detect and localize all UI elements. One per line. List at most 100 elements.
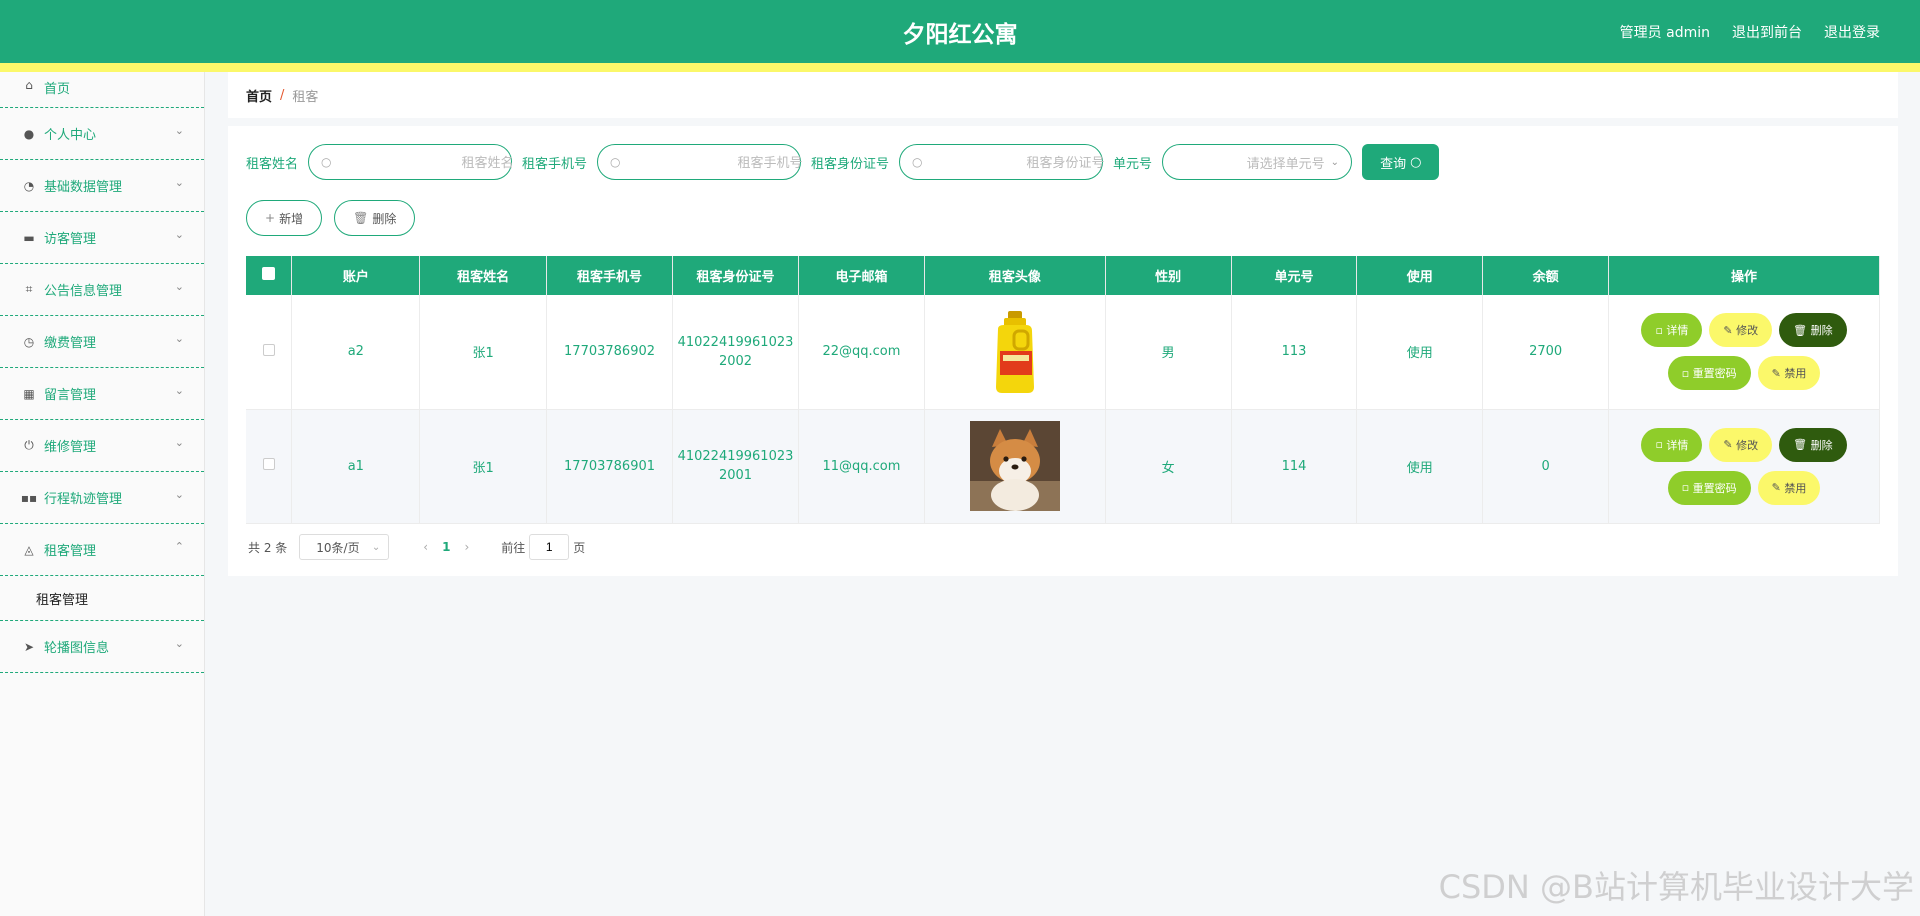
- cell-name: 张1: [419, 295, 548, 410]
- avatar-oil-bottle-image[interactable]: [970, 307, 1060, 397]
- avatar-dog-image[interactable]: [969, 421, 1060, 511]
- cell-avatar: [924, 409, 1106, 524]
- cell-actions: ▫ 详情 ✎ 修改 🗑 删除 ▫ 重置密码 ✎ 禁用: [1608, 409, 1880, 524]
- unit-select-placeholder: 请选择单元号: [1246, 156, 1325, 172]
- disable-button[interactable]: ✎ 禁用: [1757, 470, 1821, 505]
- chevron-down-icon: ⌄: [174, 637, 184, 650]
- page-size-select[interactable]: 10条/页 ⌄: [299, 534, 390, 560]
- col-name: 租客姓名: [419, 256, 548, 295]
- phone-search-field[interactable]: ○: [597, 144, 803, 180]
- front-link[interactable]: 退出到前台: [1732, 22, 1802, 42]
- chevron-down-icon: ⌄: [174, 384, 184, 397]
- id-search-field[interactable]: ○: [899, 144, 1105, 180]
- logout-link[interactable]: 退出登录: [1824, 22, 1880, 42]
- sidebar-item-visitors[interactable]: ▬ 访客管理 ⌄: [0, 212, 204, 264]
- reset-label: 重置密码: [1692, 481, 1737, 495]
- sidebar-item-messages[interactable]: ▦ 留言管理 ⌄: [0, 368, 204, 420]
- detail-button[interactable]: ▫ 详情: [1641, 427, 1703, 462]
- batch-delete-button[interactable]: 🗑 删除: [334, 200, 416, 236]
- cell-avatar: [924, 295, 1106, 410]
- sidebar-item-payments[interactable]: ◷ 缴费管理 ⌄: [0, 316, 204, 368]
- col-balance: 余额: [1482, 256, 1610, 295]
- sidebar-item-repairs[interactable]: ⏻ 维修管理 ⌄: [0, 420, 204, 472]
- sidebar-item-carousel[interactable]: ➤ 轮播图信息 ⌄: [0, 621, 204, 673]
- search-icon: ○: [1410, 154, 1422, 170]
- row-checkbox[interactable]: [262, 343, 275, 356]
- delete-label: 删除: [1810, 324, 1833, 338]
- disable-label: 禁用: [1784, 481, 1807, 495]
- watermark: CSDN @B站计算机毕业设计大学: [1438, 868, 1914, 906]
- sidebar-subitem-tenant-management[interactable]: 租客管理: [0, 576, 204, 621]
- document-icon: ▫: [1681, 481, 1693, 494]
- sidebar-item-label: 基础数据管理: [44, 180, 123, 195]
- trash-icon: 🗑: [1793, 323, 1811, 337]
- unit-select[interactable]: 请选择单元号 ⌄: [1162, 144, 1353, 180]
- cell-status: 使用: [1356, 295, 1484, 410]
- cell-email: 22@qq.com: [798, 295, 925, 410]
- cell-gender: 男: [1105, 295, 1232, 410]
- chevron-down-icon: ⌄: [174, 332, 184, 345]
- row-checkbox[interactable]: [262, 458, 275, 470]
- name-search-field[interactable]: ○: [308, 144, 514, 180]
- cell-gender: 女: [1105, 409, 1232, 524]
- breadcrumb-home[interactable]: 首页: [246, 86, 272, 105]
- reset-password-button[interactable]: ▫ 重置密码: [1667, 470, 1751, 505]
- pagination: 共 2 条 10条/页 ⌄ ‹ 1 › 前往 页: [248, 534, 585, 560]
- cell-id-number: 41022419961023 2001: [672, 409, 799, 524]
- unit-label: 单元号: [1113, 156, 1153, 172]
- goto-label: 前往: [501, 540, 526, 555]
- phone-search-input[interactable]: [626, 154, 803, 170]
- delete-button[interactable]: 🗑 删除: [1779, 427, 1847, 462]
- detail-label: 详情: [1666, 438, 1689, 452]
- sidebar-item-basic-data[interactable]: ◔ 基础数据管理 ⌄: [0, 160, 204, 212]
- delete-label: 删除: [1810, 438, 1833, 452]
- next-page-icon[interactable]: ›: [464, 540, 469, 554]
- search-icon: ○: [912, 155, 923, 169]
- cell-account: a2: [291, 295, 421, 410]
- sidebar-item-trips[interactable]: ▪▪ 行程轨迹管理 ⌄: [0, 472, 204, 524]
- sidebar-item-label: 租客管理: [44, 544, 97, 559]
- page-number[interactable]: 1: [442, 540, 450, 554]
- prev-page-icon[interactable]: ‹: [423, 540, 428, 554]
- id-line-2: 2001: [718, 468, 753, 483]
- edit-button[interactable]: ✎ 修改: [1709, 313, 1773, 348]
- page-suffix: 页: [573, 540, 586, 555]
- sidebar-item-notices[interactable]: ⌗ 公告信息管理 ⌄: [0, 264, 204, 316]
- edit-button[interactable]: ✎ 修改: [1709, 427, 1773, 462]
- reset-password-button[interactable]: ▫ 重置密码: [1667, 356, 1751, 391]
- col-account: 账户: [291, 256, 421, 295]
- goto-page-input[interactable]: [529, 534, 570, 560]
- add-button[interactable]: + 新增: [246, 200, 323, 236]
- power-icon: ⏻: [24, 438, 34, 452]
- sidebar-item-home[interactable]: ⌂ 首页: [0, 72, 204, 108]
- select-all-checkbox[interactable]: [262, 267, 276, 280]
- query-button[interactable]: 查询 ○: [1362, 144, 1440, 180]
- cell-phone: 17703786902: [546, 295, 673, 410]
- select-all-cell[interactable]: [246, 256, 293, 295]
- sidebar-item-label: 行程轨迹管理: [44, 492, 123, 507]
- edit-label: 修改: [1736, 324, 1759, 338]
- sidebar-item-label: 轮播图信息: [44, 641, 110, 656]
- detail-button[interactable]: ▫ 详情: [1641, 313, 1703, 348]
- grid-icon: ▪▪: [20, 490, 38, 505]
- disable-button[interactable]: ✎ 禁用: [1757, 356, 1821, 391]
- cell-id-number: 41022419961023 2002: [672, 295, 799, 410]
- name-search-input[interactable]: [337, 154, 514, 170]
- id-search-input[interactable]: [928, 154, 1105, 170]
- briefcase-icon: ▬: [23, 230, 35, 245]
- cell-name: 张1: [419, 409, 548, 524]
- sidebar-item-personal[interactable]: ● 个人中心 ⌄: [0, 108, 204, 160]
- sidebar: ⌂ 首页 ● 个人中心 ⌄ ◔ 基础数据管理 ⌄ ▬ 访客管理 ⌄ ⌗ 公告信息…: [0, 72, 205, 916]
- col-actions: 操作: [1608, 256, 1880, 295]
- send-icon: ➤: [23, 639, 35, 654]
- cell-account: a1: [291, 409, 421, 524]
- sidebar-item-tenants[interactable]: ◬ 租客管理 ⌃: [0, 524, 204, 576]
- col-status: 使用: [1356, 256, 1484, 295]
- home-icon: ⌂: [25, 78, 33, 92]
- action-row: + 新增 🗑 删除: [246, 200, 416, 236]
- admin-label: 管理员 admin: [1619, 25, 1710, 41]
- id-line-2: 2002: [718, 353, 753, 369]
- col-phone: 租客手机号: [546, 256, 673, 295]
- detail-label: 详情: [1666, 324, 1689, 338]
- delete-button[interactable]: 🗑 删除: [1779, 313, 1847, 348]
